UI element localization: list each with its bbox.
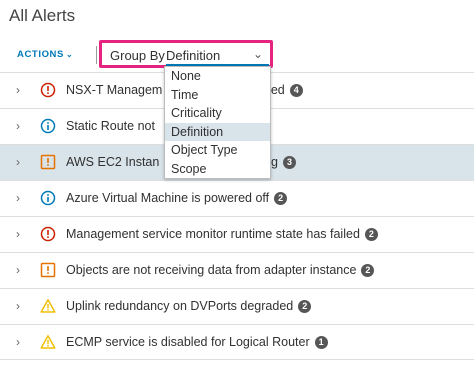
alert-title: Management service monitor runtime state…: [66, 227, 360, 241]
immediate-icon: [40, 262, 56, 278]
expand-chevron-icon[interactable]: ›: [16, 155, 20, 169]
critical-icon: [40, 226, 56, 242]
toolbar-divider: [96, 46, 97, 64]
page-title: All Alerts: [9, 6, 76, 25]
alert-row[interactable]: › Azure Virtual Machine is powered off 2: [0, 180, 474, 216]
count-badge: 1: [314, 336, 328, 349]
alert-row[interactable]: › ECMP service is disabled for Logical R…: [0, 324, 474, 360]
group-by-option-criticality[interactable]: Criticality: [165, 104, 270, 123]
alert-title: Static Route not: [66, 119, 155, 133]
group-by-control: Group By Definition ⌄: [99, 40, 273, 68]
alert-title: ECMP service is disabled for Logical Rou…: [66, 335, 310, 349]
count-badge: 3: [282, 156, 296, 169]
alert-title: NSX-T Managem: [66, 83, 163, 97]
expand-chevron-icon[interactable]: ›: [16, 191, 20, 205]
group-by-dropdown: None Time Criticality Definition Object …: [164, 66, 271, 179]
expand-chevron-icon[interactable]: ›: [16, 335, 20, 349]
critical-icon: [40, 82, 56, 98]
expand-chevron-icon[interactable]: ›: [16, 227, 20, 241]
expand-chevron-icon[interactable]: ›: [16, 83, 20, 97]
group-by-option-scope[interactable]: Scope: [165, 160, 270, 179]
alert-title: Objects are not receiving data from adap…: [66, 263, 357, 277]
alert-row[interactable]: › Objects are not receiving data from ad…: [0, 252, 474, 288]
group-by-option-object-type[interactable]: Object Type: [165, 141, 270, 160]
expand-chevron-icon[interactable]: ›: [16, 119, 20, 133]
expand-chevron-icon[interactable]: ›: [16, 263, 20, 277]
alert-row[interactable]: › Uplink redundancy on DVPorts degraded 2: [0, 288, 474, 324]
group-by-option-definition[interactable]: Definition: [165, 122, 270, 141]
chevron-down-icon: ⌄: [65, 50, 74, 59]
count-badge: 2: [364, 228, 378, 241]
immediate-icon: [40, 154, 56, 170]
actions-label: ACTIONS: [17, 49, 64, 60]
group-by-label: Group By: [110, 48, 165, 63]
count-badge: 2: [274, 192, 288, 205]
warning-icon: [40, 299, 56, 313]
expand-chevron-icon[interactable]: ›: [16, 299, 20, 313]
alert-title: AWS EC2 Instan: [66, 155, 160, 169]
alert-title: Uplink redundancy on DVPorts degraded: [66, 299, 294, 313]
count-badge: 2: [361, 264, 375, 277]
info-icon: [40, 190, 56, 206]
group-by-option-none[interactable]: None: [165, 67, 270, 86]
count-badge: 2: [298, 300, 312, 313]
warning-icon: [40, 335, 56, 349]
alert-title: Azure Virtual Machine is powered off: [66, 191, 270, 205]
alert-row[interactable]: › Management service monitor runtime sta…: [0, 216, 474, 252]
info-icon: [40, 118, 56, 134]
count-badge: 4: [289, 84, 303, 97]
actions-button[interactable]: ACTIONS ⌄: [17, 49, 73, 60]
group-by-select[interactable]: Definition ⌄: [166, 47, 269, 66]
chevron-down-icon: ⌄: [252, 47, 263, 61]
group-by-value: Definition: [166, 48, 221, 63]
group-by-option-time[interactable]: Time: [165, 86, 270, 105]
